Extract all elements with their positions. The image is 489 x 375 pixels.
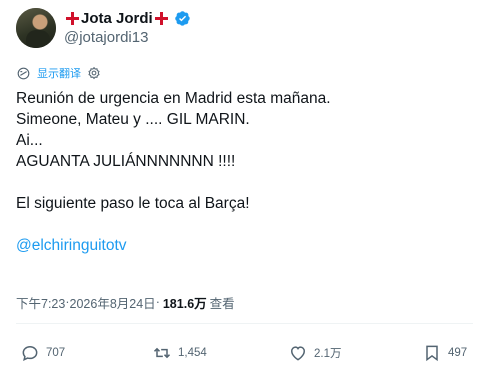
show-translation-link[interactable]: 显示翻译: [37, 65, 81, 81]
author-name-row[interactable]: Jota Jordi: [64, 8, 191, 28]
repost-count: 1,454: [178, 347, 207, 359]
tweet-time[interactable]: 下午7:23: [16, 293, 65, 312]
tweet-line: Ai...: [16, 132, 43, 149]
tweet-text: Reunión de urgencia en Madrid esta mañan…: [16, 88, 476, 256]
divider: [16, 323, 473, 324]
reply-count: 707: [46, 347, 66, 359]
repost-button[interactable]: 1,454: [152, 342, 207, 364]
england-flag-icon: [66, 11, 79, 25]
tweet-meta: 下午7:23 · 2026年8月24日 · 181.6万 查看: [16, 293, 235, 312]
translate-row: 显示翻译: [16, 64, 101, 82]
tweet-line: El siguiente paso le toca al Barça!: [16, 195, 250, 212]
view-count-label[interactable]: 查看: [210, 293, 235, 312]
reply-button[interactable]: 707: [20, 342, 65, 364]
bookmark-button[interactable]: 497: [422, 342, 467, 364]
tweet-line: Simeone, Mateu y .... GIL MARIN.: [16, 111, 250, 128]
meta-separator: ·: [155, 295, 160, 309]
tweet-line: AGUANTA JULIÁNNNNNNN !!!!: [16, 153, 236, 170]
tweet-line-gap: [16, 214, 476, 235]
avatar-figure: [26, 30, 50, 48]
heart-icon: [290, 346, 306, 361]
author-identity: Jota Jordi @jotajordi13: [64, 8, 191, 48]
reply-icon: [22, 345, 38, 362]
tweet-line: Reunión de urgencia en Madrid esta mañan…: [16, 90, 331, 107]
like-button[interactable]: 2.1万: [288, 342, 342, 364]
bookmark-icon: [426, 345, 438, 362]
mention-link[interactable]: @elchiringuitotv: [16, 235, 476, 256]
author-handle[interactable]: @jotajordi13: [64, 28, 191, 48]
view-count: 181.6万: [162, 296, 207, 311]
tweet-actions: 707 1,454 2.1万 497: [0, 342, 489, 366]
avatar[interactable]: [16, 8, 56, 48]
england-flag-icon: [154, 11, 168, 25]
like-count: 2.1万: [314, 348, 342, 360]
bookmark-count: 497: [448, 347, 468, 359]
tweet-header: Jota Jordi @jotajordi13: [16, 8, 191, 48]
author-display-name[interactable]: Jota Jordi: [81, 10, 153, 27]
repost-icon: [153, 347, 171, 359]
verified-badge-icon: [174, 10, 190, 26]
tweet-line-gap: [16, 172, 476, 193]
translate-icon: [17, 67, 30, 79]
gear-icon[interactable]: [87, 66, 101, 80]
tweet-date[interactable]: 2026年8月24日: [70, 293, 156, 312]
